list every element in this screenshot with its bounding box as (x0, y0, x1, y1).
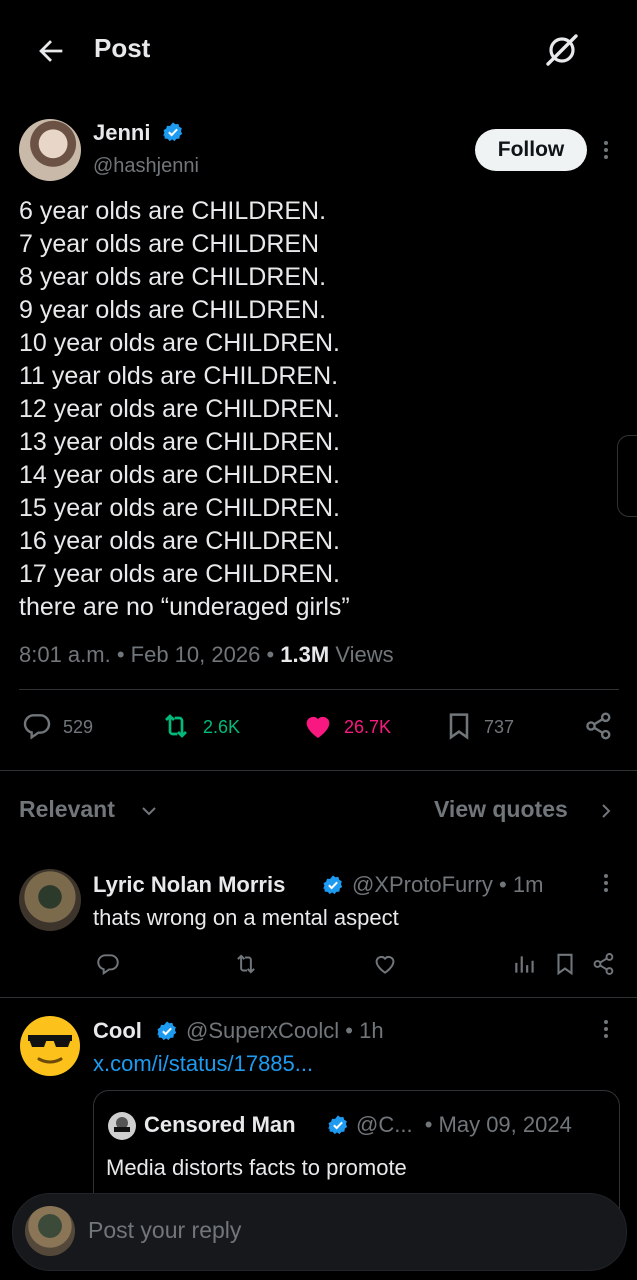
sort-dropdown[interactable]: Relevant (19, 796, 115, 823)
chevron-right-icon[interactable] (596, 801, 616, 821)
post-line: 14 year olds are CHILDREN. (19, 461, 340, 489)
chevron-down-icon[interactable] (139, 801, 159, 821)
views-label: Views (335, 642, 394, 667)
reply-author-name[interactable]: Cool (93, 1018, 142, 1044)
like-icon[interactable] (302, 710, 334, 742)
reply-author-name[interactable]: Lyric Nolan Morris (93, 872, 285, 898)
post-line: 7 year olds are CHILDREN (19, 230, 320, 258)
author-handle[interactable]: @hashjenni (93, 155, 199, 178)
reply-icon[interactable] (95, 951, 121, 977)
reply-handle[interactable]: @SuperxCoolcl (186, 1018, 339, 1043)
more-options-icon[interactable] (603, 873, 609, 893)
post-line: there are no “underaged girls” (19, 593, 350, 621)
follow-button[interactable]: Follow (475, 129, 587, 171)
verified-badge-icon (156, 1020, 178, 1042)
repost-icon[interactable] (233, 951, 259, 977)
divider (0, 997, 637, 998)
edge-handle[interactable] (617, 435, 637, 517)
divider (19, 689, 619, 690)
reply-text: thats wrong on a mental aspect (93, 905, 399, 930)
page-title: Post (94, 33, 151, 63)
post-line: 9 year olds are CHILDREN. (19, 296, 327, 324)
post-line: 6 year olds are CHILDREN. (19, 197, 327, 225)
repost-count[interactable]: 2.6K (203, 717, 240, 738)
quote-author-name[interactable]: Censored Man (144, 1112, 296, 1138)
post-date[interactable]: Feb 10, 2026 (131, 642, 261, 667)
post-text: 6 year olds are CHILDREN. 7 year olds ar… (19, 195, 350, 624)
bookmark-count[interactable]: 737 (484, 717, 514, 738)
quote-date[interactable]: May 09, 2024 (439, 1112, 572, 1137)
verified-badge-icon (322, 874, 344, 896)
share-icon[interactable] (583, 710, 615, 742)
post-line: 17 year olds are CHILDREN. (19, 560, 340, 588)
more-options-icon[interactable] (603, 1019, 609, 1039)
bookmark-icon[interactable] (443, 710, 475, 742)
status-link[interactable]: x.com/i/status/17885... (93, 1051, 313, 1077)
post-line: 10 year olds are CHILDREN. (19, 329, 340, 357)
grok-icon[interactable] (542, 30, 582, 70)
quote-handle[interactable]: @C... (356, 1112, 413, 1137)
bookmark-icon[interactable] (552, 951, 578, 977)
avatar[interactable] (107, 1111, 137, 1141)
avatar[interactable] (19, 119, 81, 181)
post-line: 16 year olds are CHILDREN. (19, 527, 340, 555)
reply-time[interactable]: 1m (513, 872, 544, 897)
reply-handle[interactable]: @XProtoFurry (352, 872, 493, 897)
author-name[interactable]: Jenni (93, 120, 150, 146)
divider (0, 770, 637, 771)
back-arrow-icon[interactable] (34, 34, 68, 68)
like-icon[interactable] (372, 951, 398, 977)
post-time[interactable]: 8:01 a.m. (19, 642, 111, 667)
post-line: 11 year olds are CHILDREN. (19, 362, 339, 390)
post-line: 8 year olds are CHILDREN. (19, 263, 327, 291)
avatar (25, 1206, 75, 1256)
repost-icon[interactable] (160, 710, 192, 742)
more-options-icon[interactable] (603, 140, 609, 160)
like-count[interactable]: 26.7K (344, 717, 391, 738)
reply-input[interactable]: Post your reply (88, 1217, 241, 1244)
views-count: 1.3M (280, 642, 330, 667)
post-line: 15 year olds are CHILDREN. (19, 494, 340, 522)
verified-badge-icon (162, 121, 184, 143)
reply-icon[interactable] (21, 710, 53, 742)
share-icon[interactable] (591, 951, 617, 977)
avatar[interactable] (19, 869, 81, 931)
post-line: 13 year olds are CHILDREN. (19, 428, 340, 456)
verified-badge-icon (327, 1114, 349, 1136)
quote-meta: @C... • May 09, 2024 (356, 1112, 572, 1137)
post-line: 12 year olds are CHILDREN. (19, 395, 340, 423)
reply-meta: @XProtoFurry • 1m (352, 872, 544, 897)
analytics-icon[interactable] (512, 951, 538, 977)
quote-text: Media distorts facts to promote (106, 1155, 407, 1180)
avatar[interactable] (19, 1015, 81, 1077)
reply-time[interactable]: 1h (359, 1018, 383, 1043)
reply-meta: @SuperxCoolcl • 1h (186, 1018, 384, 1043)
post-meta: 8:01 a.m. • Feb 10, 2026 • 1.3M Views (19, 642, 394, 667)
view-quotes-link[interactable]: View quotes (434, 796, 568, 823)
sort-label: Relevant (19, 796, 115, 822)
reply-count[interactable]: 529 (63, 717, 93, 738)
